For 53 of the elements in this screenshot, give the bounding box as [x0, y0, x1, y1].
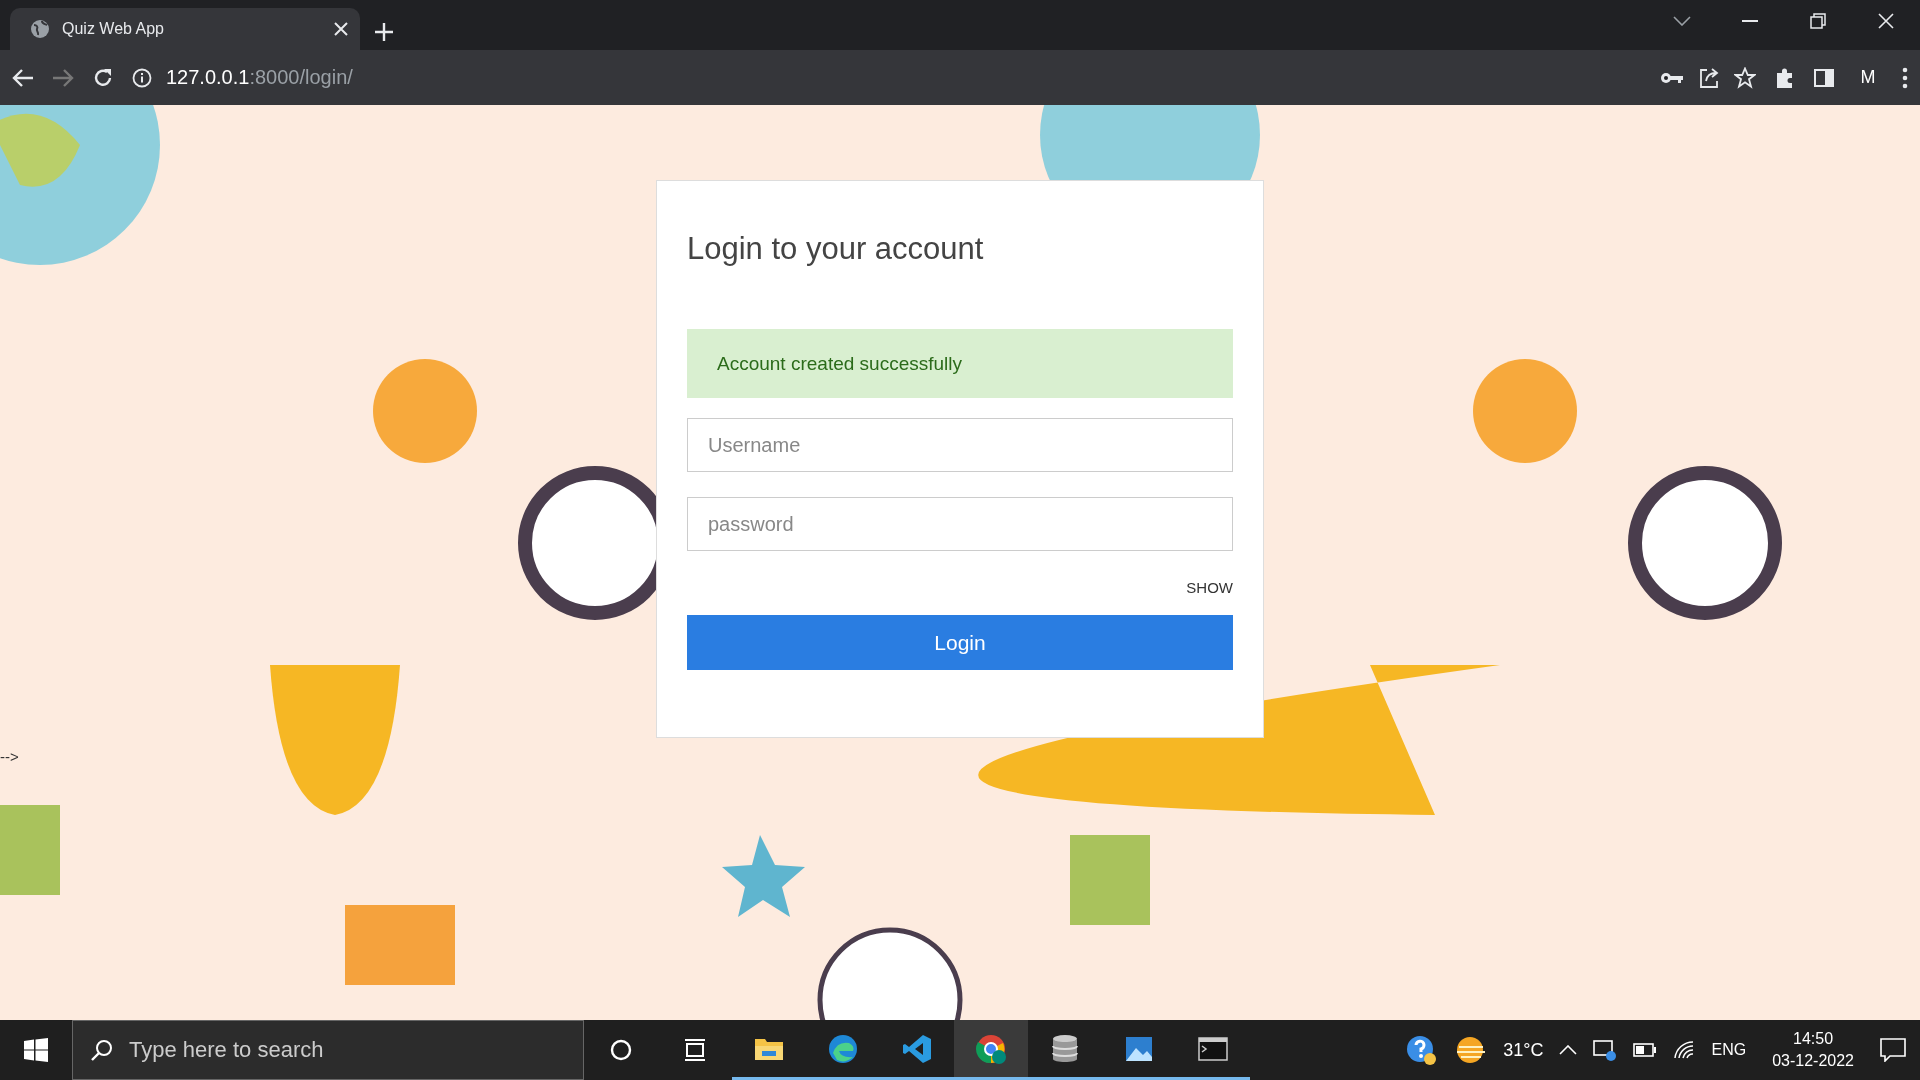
edge-icon	[827, 1032, 859, 1065]
login-title: Login to your account	[687, 230, 984, 268]
code-editor-icon	[901, 1032, 933, 1065]
chrome-icon	[975, 1032, 1007, 1065]
success-alert: Account created successfully	[687, 329, 1233, 398]
globe-icon	[30, 19, 50, 39]
circle-icon	[610, 1039, 632, 1061]
forward-button[interactable]	[52, 67, 74, 88]
password-field[interactable]: password	[687, 497, 1233, 551]
username-field[interactable]: Username	[687, 418, 1233, 472]
side-panel-button[interactable]	[1814, 68, 1834, 87]
forward-arrow-icon	[52, 67, 74, 88]
menu-dots-icon	[1902, 66, 1908, 89]
show-hidden-icons-button[interactable]	[1559, 1045, 1578, 1055]
monitor-icon[interactable]	[1593, 1039, 1618, 1061]
key-icon[interactable]	[1660, 70, 1684, 85]
new-tab-button[interactable]	[374, 22, 394, 42]
windows-logo-icon	[24, 1038, 48, 1062]
chevron-up-icon	[1559, 1045, 1578, 1055]
address-bar[interactable]: 127.0.0.1:8000/login/	[132, 57, 1756, 98]
taskbar-app-button[interactable]	[954, 1020, 1028, 1080]
battery-icon[interactable]	[1633, 1043, 1658, 1057]
language-indicator[interactable]: ENG	[1711, 1041, 1747, 1059]
wifi-icon[interactable]	[1673, 1040, 1696, 1060]
reload-button[interactable]	[92, 66, 114, 89]
star-icon[interactable]	[1734, 66, 1756, 89]
login-button[interactable]: Login	[687, 615, 1233, 670]
back-arrow-icon	[12, 67, 34, 88]
minimize-icon	[1742, 20, 1758, 22]
info-icon	[132, 67, 152, 88]
reload-icon	[92, 66, 114, 89]
back-button[interactable]	[12, 67, 34, 88]
database-icon	[1049, 1032, 1081, 1065]
temperature-text: 31°C	[1503, 1039, 1544, 1061]
task-view-icon	[683, 1039, 707, 1061]
plus-icon	[374, 22, 394, 42]
close-icon	[1878, 13, 1894, 29]
restore-icon	[1810, 13, 1826, 29]
chevron-down-icon	[1673, 16, 1691, 26]
notification-icon	[1880, 1038, 1906, 1062]
menu-button[interactable]	[1902, 66, 1908, 89]
side-panel-icon	[1814, 68, 1834, 87]
help-button[interactable]	[1405, 1034, 1438, 1066]
show-password-toggle[interactable]: SHOW	[1186, 579, 1233, 596]
stray-text: -->	[0, 748, 19, 765]
share-icon[interactable]	[1698, 66, 1720, 89]
close-icon[interactable]	[334, 22, 348, 36]
clock[interactable]: 14:50 03-12-2022	[1762, 1028, 1864, 1072]
browser-tab[interactable]: Quiz Web App	[10, 8, 360, 50]
search-icon	[91, 1039, 113, 1061]
help-icon	[1405, 1034, 1438, 1066]
taskbar-search-field[interactable]: Type here to search	[72, 1020, 584, 1080]
notifications-button[interactable]	[1880, 1038, 1906, 1062]
